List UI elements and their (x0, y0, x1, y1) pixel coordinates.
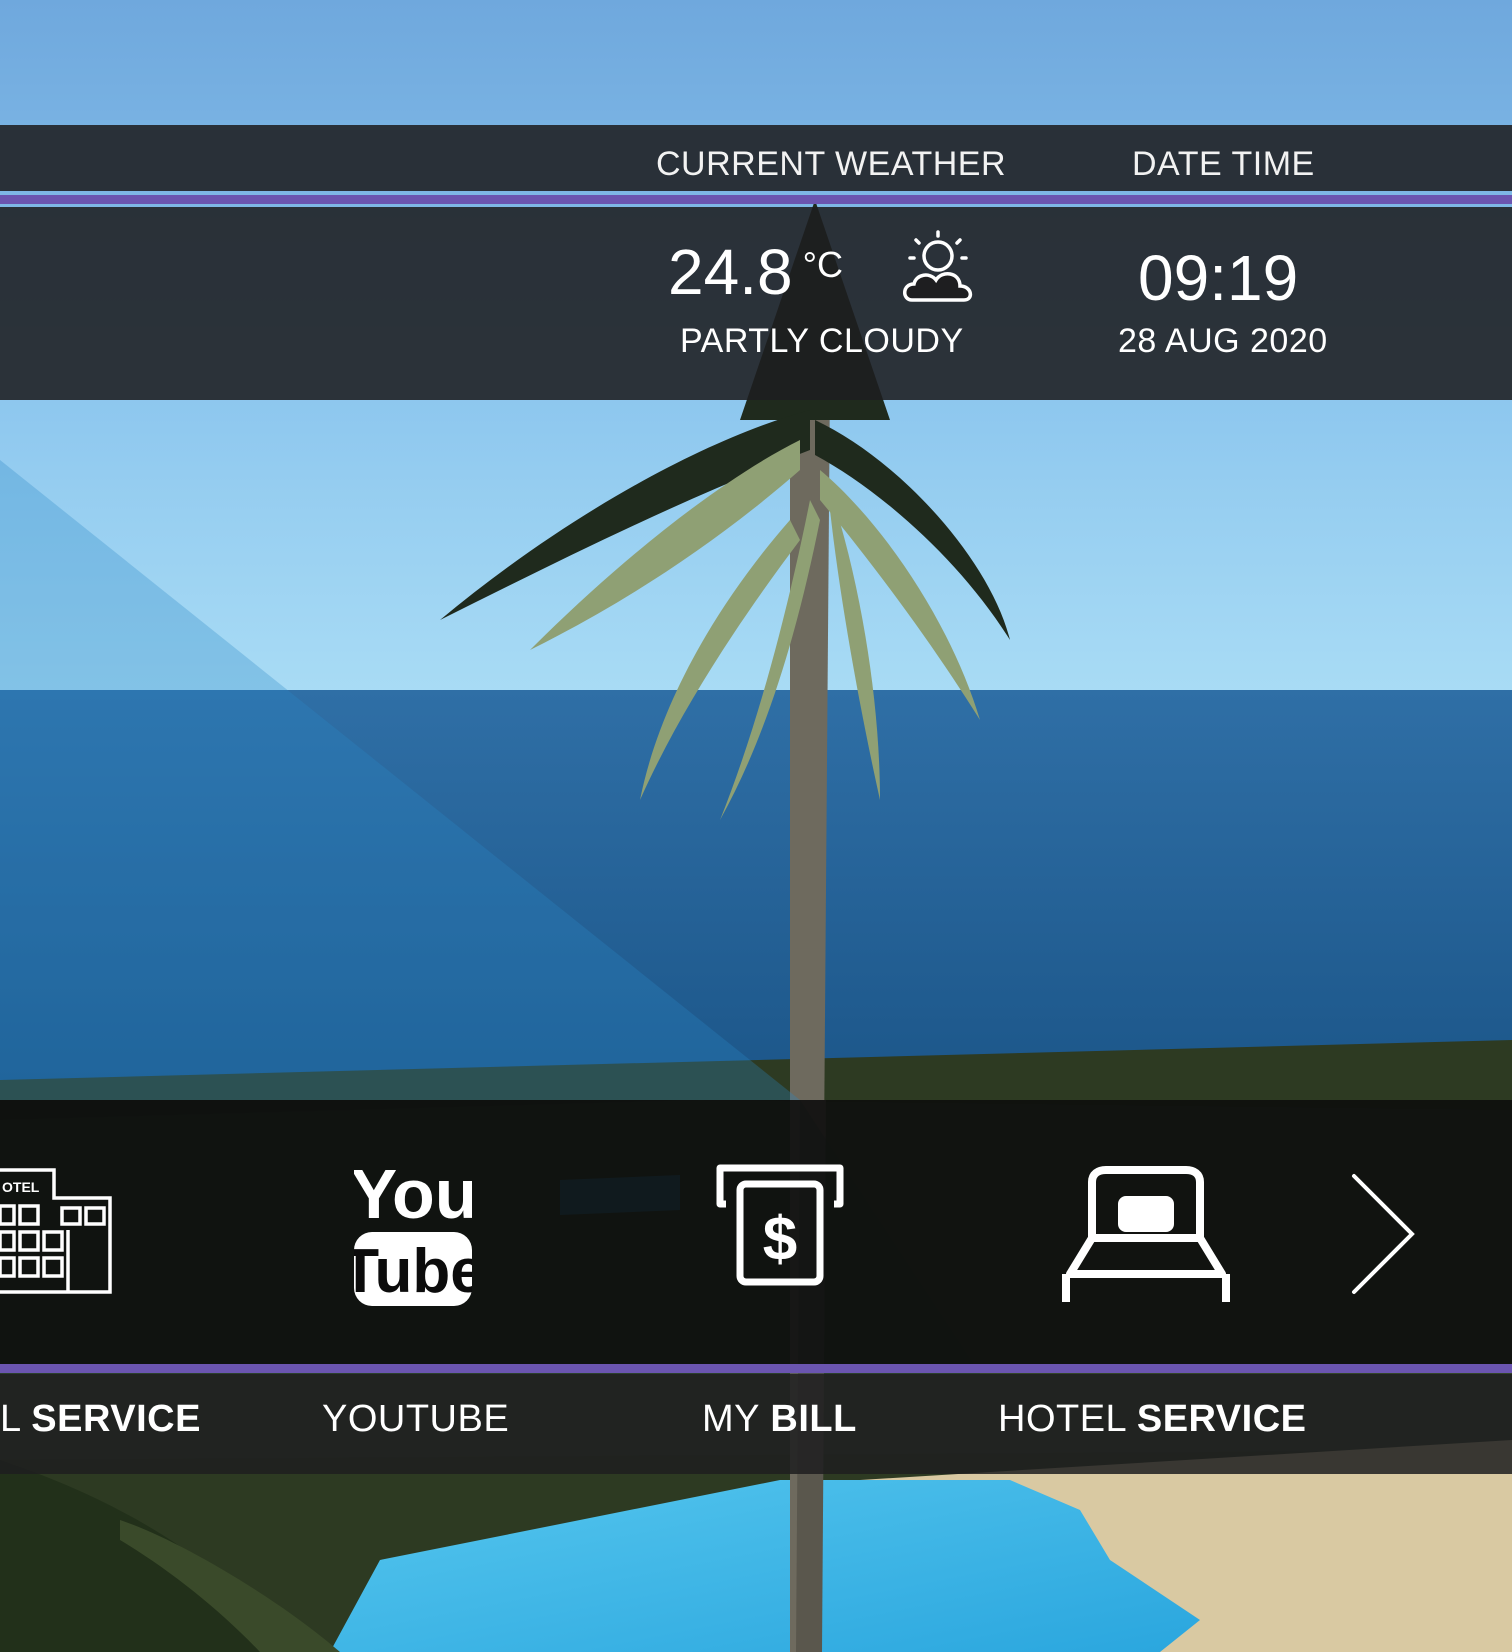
menu-label-youtube-text: YOUTUBE (322, 1398, 510, 1440)
temperature-display: 24.8 °C (668, 240, 843, 304)
hotel-building-icon[interactable]: OTEL (0, 1168, 116, 1294)
menu-label-youtube[interactable]: YOUTUBE (322, 1398, 509, 1441)
menu-divider (0, 1364, 1512, 1373)
hotel-icon-text: OTEL (2, 1179, 40, 1195)
menu-label-hotel-service-bold: SERVICE (1136, 1398, 1307, 1440)
menu-label-bill: BILL (770, 1398, 857, 1440)
youtube-tube-text: Tube (354, 1237, 472, 1306)
header-divider (0, 195, 1512, 204)
temperature-value: 24.8 (668, 236, 793, 308)
time-value: 09:19 (1138, 242, 1299, 314)
youtube-you-text: You (354, 1155, 472, 1233)
chevron-right-icon[interactable] (1348, 1172, 1418, 1296)
menu-label-service-bold: SERVICE (31, 1398, 201, 1440)
date-value: 28 AUG 2020 (1118, 322, 1328, 360)
menu-label-hotel: HOTEL (998, 1398, 1126, 1440)
partly-cloudy-icon (903, 230, 973, 302)
menu-label-my-bill[interactable]: MY BILL (702, 1398, 857, 1441)
weather-condition: PARTLY CLOUDY (680, 322, 964, 360)
bill-dollar-text: $ (763, 1205, 797, 1274)
bed-icon[interactable] (1060, 1166, 1232, 1304)
temperature-unit: °C (802, 244, 843, 285)
menu-label-my: MY (702, 1398, 760, 1440)
menu-label-service-light: L (0, 1398, 21, 1440)
menu-label-hotel-service[interactable]: HOTEL SERVICE (998, 1398, 1306, 1441)
menu-label-service[interactable]: L SERVICE (0, 1398, 201, 1441)
date-time-label: DATE TIME (1132, 145, 1315, 183)
bill-receipt-icon[interactable]: $ (716, 1164, 844, 1286)
youtube-icon[interactable]: You Tube (354, 1152, 472, 1306)
current-weather-label: CURRENT WEATHER (656, 145, 1007, 183)
